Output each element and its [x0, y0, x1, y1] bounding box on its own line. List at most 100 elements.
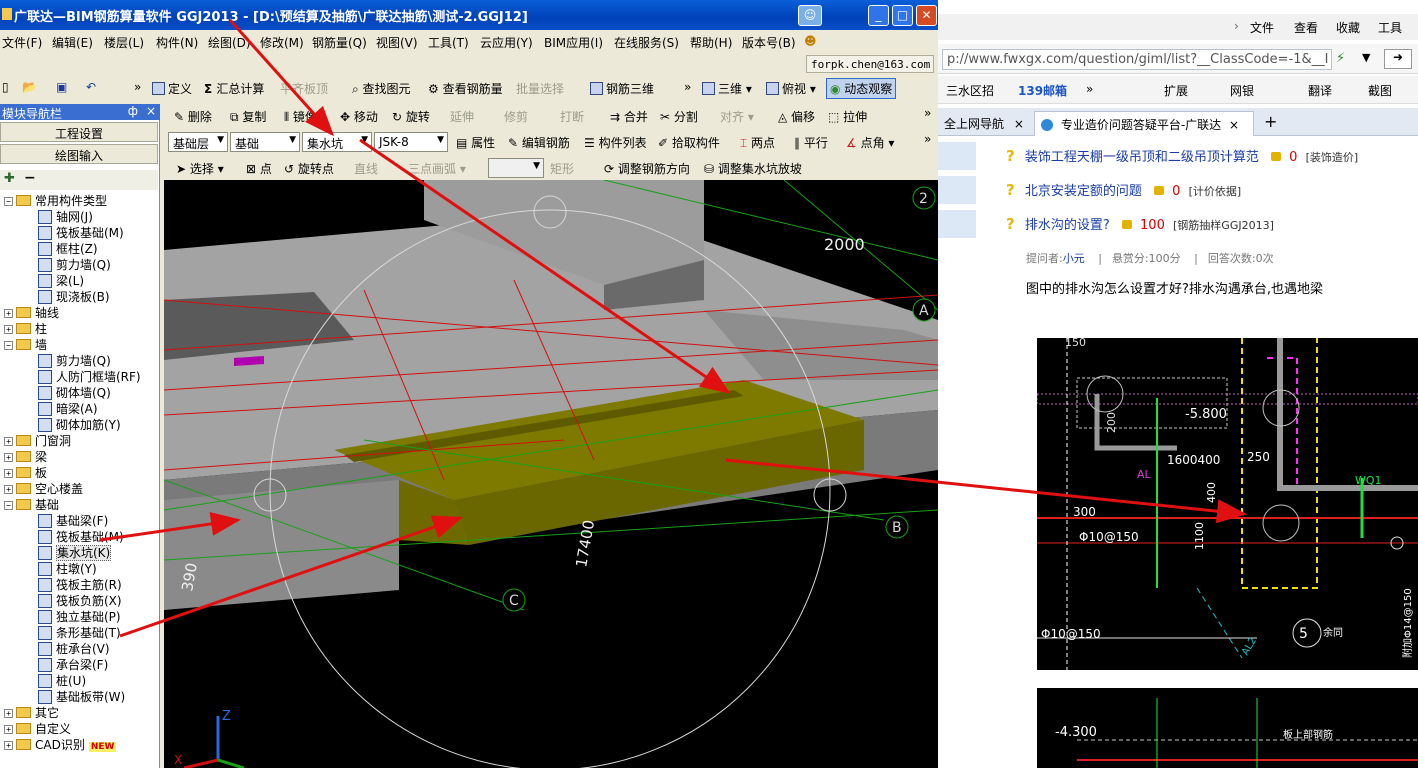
tree-folder[interactable]: + 梁 [4, 448, 47, 464]
cad-drawing-image-2[interactable]: -4.300 板上部钢筋 [1037, 688, 1418, 768]
adjust-pit-slope-button[interactable]: ⛁ 调整集水坑放坡 [704, 160, 802, 177]
project-settings-button[interactable]: 工程设置 [0, 122, 158, 142]
browser-tab[interactable]: 全上网导航 × [938, 111, 1030, 136]
tree-leaf[interactable]: 现浇板(B) [38, 288, 110, 304]
tree-leaf[interactable]: 梁(L) [38, 272, 84, 288]
tree-leaf[interactable]: 筏板负筋(X) [38, 592, 122, 608]
question-link[interactable]: 装饰工程天棚一级吊顶和二级吊顶计算范 [1025, 150, 1259, 165]
refresh-icon[interactable]: ⚡ [1336, 51, 1345, 66]
menu-edit[interactable]: 编辑(E) [52, 34, 93, 51]
menu-bim[interactable]: BIM应用(I) [544, 34, 603, 51]
extend-button[interactable]: 延伸 [450, 108, 474, 125]
undo-icon[interactable]: ↶ [86, 80, 96, 94]
menu-version[interactable]: 版本号(B) [742, 34, 796, 51]
fav-item[interactable]: 扩展 [1164, 82, 1188, 99]
tree-folder[interactable]: + 板 [4, 464, 47, 480]
tree-folder[interactable]: − 常用构件类型 [4, 192, 107, 208]
expand-icon[interactable]: + [4, 437, 13, 446]
question-tag[interactable]: [装饰造价] [1306, 151, 1359, 164]
tree-leaf[interactable]: 集水坑(K) [38, 544, 112, 561]
new-tab-button[interactable]: + [1264, 112, 1277, 131]
pick-element-button[interactable]: ✐ 拾取构件 [658, 134, 720, 151]
menu-cloud[interactable]: 云应用(Y) [480, 34, 533, 51]
tree-folder[interactable]: + 门窗洞 [4, 432, 71, 448]
collapse-icon[interactable]: − [4, 341, 13, 350]
rotate-button[interactable]: ↻ 旋转 [392, 108, 430, 125]
tree-leaf[interactable]: 柱墩(Y) [38, 560, 97, 576]
expand-icon[interactable]: + [4, 709, 13, 718]
fav-item[interactable]: 三水区招 [946, 82, 994, 99]
collapse-icon[interactable]: − [4, 197, 13, 206]
tree-folder[interactable]: + CAD识别 NEW [4, 736, 117, 752]
menu-online[interactable]: 在线服务(S) [614, 34, 679, 51]
3d-viewport[interactable]: 2 A B C 2000 17400 390 Z X [164, 180, 938, 768]
tree-folder[interactable]: + 柱 [4, 320, 47, 336]
tree-folder[interactable]: − 基础 [4, 496, 59, 512]
find-element-button[interactable]: ⌕ 查找图元 [352, 80, 411, 97]
menu-tools[interactable]: 工具(T) [428, 34, 469, 51]
tree-leaf[interactable]: 桩承台(V) [38, 640, 110, 656]
cad-drawing-image[interactable]: 150 -5.800 1600400 250 200 AL 400 300 Φ1… [1036, 336, 1418, 670]
properties-button[interactable]: ▤ 属性 [456, 134, 495, 151]
tree-leaf[interactable]: 桩(U) [38, 672, 86, 688]
align-button[interactable]: 对齐 ▾ [720, 108, 754, 125]
dropdown-chevron-icon[interactable]: ▼ [1362, 51, 1370, 64]
title-bar[interactable]: 广联达—BIM钢筋算量软件 GGJ2013 - [D:\预结算及抽筋\广联达抽筋… [0, 0, 938, 30]
menu-rebar-qty[interactable]: 钢筋量(Q) [312, 34, 367, 51]
sum-calc-button[interactable]: Σ 汇总计算 [204, 80, 264, 97]
expand-icon[interactable]: + [4, 741, 13, 750]
tree-leaf[interactable]: 剪力墙(Q) [38, 352, 111, 368]
point-button[interactable]: ⊠ 点 [246, 160, 272, 177]
rotate-point-button[interactable]: ↺ 旋转点 [284, 160, 334, 177]
menu-modify[interactable]: 修改(M) [260, 34, 304, 51]
menu-draw[interactable]: 绘图(D) [208, 34, 251, 51]
browser-menu-view[interactable]: 查看 [1294, 19, 1318, 36]
fav-item[interactable]: 翻译 [1308, 82, 1332, 99]
save-icon[interactable]: ▣ [56, 80, 67, 94]
element-select[interactable]: JSK-8 ▼ [374, 132, 448, 152]
copy-button[interactable]: ⧉ 复制 [230, 108, 266, 125]
tree-leaf[interactable]: 基础板带(W) [38, 688, 125, 704]
three-d-button[interactable]: 三维 ▾ [702, 80, 752, 97]
fav-item[interactable]: 网银 [1230, 82, 1254, 99]
draw-input-button[interactable]: 绘图输入 [0, 144, 158, 164]
question-list-item[interactable]: ? 装饰工程天棚一级吊顶和二级吊顶计算范 0 [装饰造价] [1006, 146, 1358, 168]
menu-element[interactable]: 构件(N) [156, 34, 198, 51]
browser-tab-active[interactable]: 专业造价问题答疑平台-广联达 × [1034, 111, 1254, 136]
arc-button[interactable]: 三点画弧 ▾ [408, 160, 466, 177]
collapse-all-icon[interactable]: − [24, 170, 36, 186]
batch-select-button[interactable]: 批量选择 [516, 80, 564, 97]
maximize-button[interactable]: □ [892, 5, 913, 26]
more-icon[interactable]: » [924, 106, 931, 120]
tree-leaf[interactable]: 轴网(J) [38, 208, 93, 224]
tree-leaf[interactable]: 筏板主筋(R) [38, 576, 122, 592]
user-account-field[interactable]: forpk.chen@163.com [806, 55, 934, 73]
tree-leaf[interactable]: 砌体墙(Q) [38, 384, 111, 400]
url-input[interactable]: p://www.fwxgx.com/question/giml/list?__C… [942, 49, 1332, 70]
expand-icon[interactable]: + [4, 485, 13, 494]
minimize-button[interactable]: _ [868, 5, 889, 26]
menu-help[interactable]: 帮助(H) [690, 34, 732, 51]
parallel-button[interactable]: ∥ 平行 [794, 134, 828, 151]
split-button[interactable]: ✂ 分割 [660, 108, 698, 125]
select-button[interactable]: ➤ 选择 ▾ [176, 160, 224, 177]
tree-leaf[interactable]: 独立基础(P) [38, 608, 121, 624]
browser-menu-file[interactable]: 文件 [1250, 19, 1274, 36]
fav-item[interactable]: 139邮箱 [1018, 82, 1067, 99]
new-file-icon[interactable]: ▯ [2, 80, 9, 94]
question-link[interactable]: 排水沟的设置? [1025, 218, 1110, 233]
collapse-icon[interactable]: − [4, 501, 13, 510]
fav-more-icon[interactable]: » [1086, 82, 1093, 96]
break-button[interactable]: 打断 [560, 108, 584, 125]
tree-leaf[interactable]: 暗梁(A) [38, 400, 98, 416]
view-rebar-button[interactable]: ⚙ 查看钢筋量 [428, 80, 503, 97]
edit-rebar-button[interactable]: ✎ 编辑钢筋 [508, 134, 570, 151]
adjust-rebar-direction-button[interactable]: ⟳ 调整钢筋方向 [604, 160, 690, 177]
tree-leaf[interactable]: 人防门框墙(RF) [38, 368, 141, 384]
menu-view[interactable]: 视图(V) [376, 34, 418, 51]
top-view-button[interactable]: 俯视 ▾ [766, 80, 816, 97]
line-button[interactable]: 直线 [354, 160, 378, 177]
rect-button[interactable]: 矩形 [550, 160, 574, 177]
tree-leaf[interactable]: 筏板基础(M) [38, 224, 124, 240]
move-button[interactable]: ✥ 移动 [340, 108, 378, 125]
